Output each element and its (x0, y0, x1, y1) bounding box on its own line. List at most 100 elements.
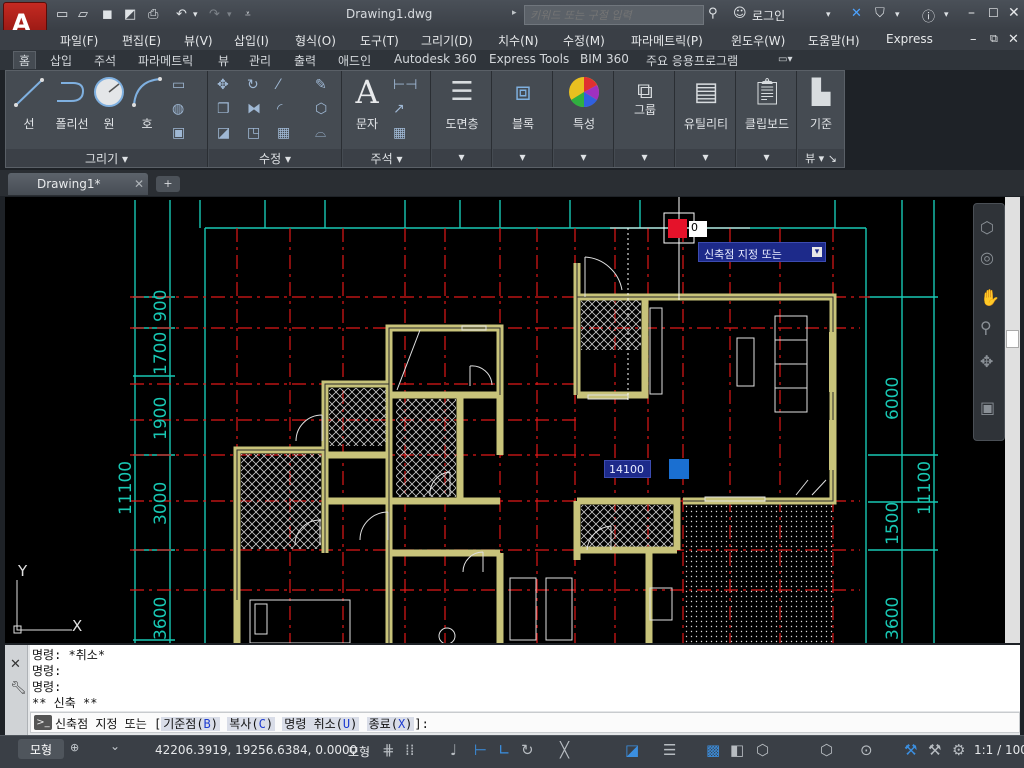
help-dropdown-icon[interactable]: ▾ (944, 10, 949, 20)
menu-edit[interactable]: 편집(E) (122, 32, 161, 49)
tab-parametric[interactable]: 파라메트릭 (138, 52, 193, 69)
doc-restore-icon[interactable]: ⧉ (990, 32, 998, 46)
erase-icon[interactable]: ✎ (315, 77, 327, 93)
panel-draw-label[interactable]: 그리기 ▾ (6, 149, 207, 167)
file-tab-drawing1[interactable]: Drawing1* ✕ (8, 173, 148, 195)
3d-osnap-icon[interactable]: ⬡ (756, 741, 769, 759)
copy-icon[interactable]: ❐ (217, 101, 230, 117)
isodraft-icon[interactable]: ╳ (560, 741, 569, 759)
customize-wrench-icon[interactable]: 🔧︎ (10, 681, 27, 696)
annotation-scale-readout[interactable]: 1:1 / 100% (974, 743, 1024, 757)
menu-parametric[interactable]: 파라메트릭(P) (631, 32, 703, 49)
menu-view[interactable]: 뷰(V) (184, 32, 213, 49)
pan-icon[interactable]: ✋ (980, 288, 1000, 307)
user-icon[interactable]: ☺ (733, 6, 747, 21)
floor-plan[interactable]: 900 1700 1900 3000 3600 11100 6000 1500 … (5, 197, 1020, 643)
tab-autodesk-360[interactable]: Autodesk 360 (394, 52, 477, 66)
fillet-icon[interactable]: ◜ (277, 101, 282, 117)
coordinates-readout[interactable]: 42206.3919, 19256.6384, 0.0000 (155, 743, 357, 757)
line-tool[interactable]: 선 (10, 75, 48, 132)
tab-home[interactable]: 홈 (13, 51, 37, 69)
panel-clipboard-expand[interactable]: ▾ (737, 149, 796, 167)
undo-icon[interactable]: ↶ (176, 7, 187, 22)
search-expand-icon[interactable]: ▸ (512, 8, 517, 18)
close-tab-icon[interactable]: ✕ (134, 177, 144, 191)
polyline-tool[interactable]: 폴리선 (48, 75, 96, 132)
array-icon[interactable]: ▦ (277, 125, 290, 141)
workspace-icon[interactable]: ⚙ (952, 741, 965, 759)
minimize-icon[interactable]: – (968, 5, 975, 21)
circle-tool[interactable]: 원 (90, 75, 128, 132)
tab-output[interactable]: 출력 (294, 52, 316, 69)
scrollbar-thumb[interactable] (1006, 330, 1019, 348)
tab-express-tools[interactable]: Express Tools (489, 52, 569, 66)
close-command-icon[interactable]: ✕ (10, 657, 21, 672)
object-snap-tracking-icon[interactable]: ◪ (625, 741, 639, 759)
customize-icon[interactable]: ⩡ (245, 9, 251, 20)
menu-draw[interactable]: 그리기(D) (421, 32, 473, 49)
properties-button[interactable]: 특성 (554, 75, 614, 132)
redo-dropdown-icon[interactable]: ▾ (227, 10, 232, 20)
menu-file[interactable]: 파일(F) (60, 32, 98, 49)
tab-bim-360[interactable]: BIM 360 (580, 52, 629, 66)
login-button[interactable]: 로그인 (752, 7, 785, 24)
explode-icon[interactable]: ⬡ (315, 101, 327, 117)
menu-tools[interactable]: 도구(T) (360, 32, 399, 49)
group-button[interactable]: ⧉ 그룹 (615, 75, 675, 118)
layers-button[interactable]: ☰ 도면층 (432, 75, 492, 132)
ribbon-toggle-icon[interactable]: ▭▾ (778, 54, 792, 65)
offset-icon[interactable]: ⌓ (315, 125, 326, 141)
steering-wheel-icon[interactable]: ◎ (980, 248, 994, 267)
block-button[interactable]: ⧈ 블록 (493, 75, 553, 132)
command-prompt-icon[interactable]: >_ (34, 715, 52, 730)
binoculars-icon[interactable]: ⚲ (708, 6, 718, 21)
panel-groups-expand[interactable]: ▾ (615, 149, 674, 167)
redo-icon[interactable]: ↷ (209, 7, 220, 22)
open-icon[interactable]: ▱ (78, 7, 88, 22)
option-undo[interactable]: 명령 취소(U) (282, 717, 360, 731)
add-layout-icon[interactable]: ⊕ (70, 741, 79, 754)
annotation-scale-icon[interactable]: ⚒ (904, 741, 917, 759)
option-exit[interactable]: 종료(X) (366, 717, 415, 731)
menu-dimension[interactable]: 치수(N) (498, 32, 538, 49)
panel-view-label[interactable]: 뷰 ▾ ↘ (798, 149, 844, 167)
saveas-icon[interactable]: ◩ (124, 7, 136, 22)
doc-minimize-icon[interactable]: – (970, 32, 977, 47)
tab-featured-apps[interactable]: 주요 응용프로그램 (646, 52, 738, 69)
menu-format[interactable]: 형식(O) (295, 32, 336, 49)
option-base-point[interactable]: 기준점(B) (161, 717, 221, 731)
grid-icon[interactable]: ⋕ (382, 741, 395, 759)
print-icon[interactable]: ⎙ (148, 7, 158, 22)
model-layout-tab[interactable]: 모형 (18, 739, 64, 759)
trim-icon[interactable]: ⁄ (277, 77, 279, 93)
utilities-button[interactable]: ▤ 유틸리티 (676, 75, 736, 132)
auto-scale-icon[interactable]: ⚒ (928, 741, 941, 759)
tab-insert[interactable]: 삽입 (50, 52, 72, 69)
zoom-icon[interactable]: ⚲ (980, 318, 992, 337)
expand-options-icon[interactable]: ▾ (812, 247, 822, 257)
tab-view[interactable]: 뷰 (218, 52, 229, 69)
undo-dropdown-icon[interactable]: ▾ (193, 10, 198, 20)
a360-icon[interactable]: ⛉ (875, 6, 885, 21)
new-tab-button[interactable]: + (156, 176, 180, 192)
leader-icon[interactable]: ↗ (393, 101, 405, 117)
a360-dropdown-icon[interactable]: ▾ (895, 10, 900, 20)
panel-modify-label[interactable]: 수정 ▾ (209, 149, 341, 167)
panel-layers-expand[interactable]: ▾ (432, 149, 491, 167)
help-icon[interactable]: ⓘ (922, 6, 935, 25)
panel-utilities-expand[interactable]: ▾ (676, 149, 735, 167)
option-copy[interactable]: 복사(C) (227, 717, 276, 731)
panel-annotation-label[interactable]: 주석 ▾ (343, 149, 430, 167)
dynamic-input-field[interactable]: 0 (689, 221, 707, 237)
stretch-icon[interactable]: ◪ (217, 125, 230, 141)
annotation-visibility-icon[interactable]: ⬡ (820, 741, 833, 759)
tab-annotate[interactable]: 주석 (94, 52, 116, 69)
drawing-canvas[interactable]: 900 1700 1900 3000 3600 11100 6000 1500 … (5, 197, 1020, 643)
vertical-scrollbar[interactable] (1005, 197, 1020, 643)
dynamic-input-icon[interactable]: ⊢ (474, 741, 487, 759)
showmotion-icon[interactable]: ▣ (980, 398, 995, 417)
dimension-icon[interactable]: ⊢⊣ (393, 77, 417, 93)
menu-window[interactable]: 윈도우(W) (731, 32, 785, 49)
units-icon[interactable]: ⊙ (860, 741, 873, 759)
infer-constraints-icon[interactable]: ♩ (450, 741, 457, 759)
